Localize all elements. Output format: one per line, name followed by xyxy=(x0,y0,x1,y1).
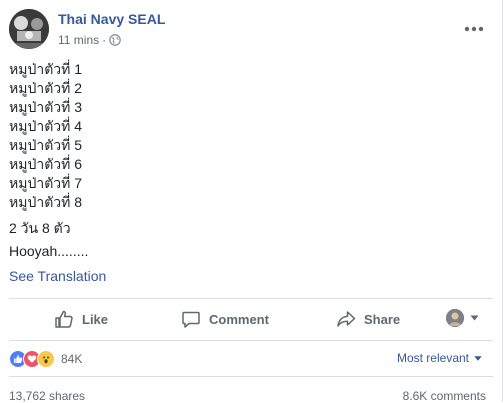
thumbs-up-icon xyxy=(55,310,73,328)
comment-bubble-icon xyxy=(182,311,200,328)
globe-icon[interactable] xyxy=(109,34,121,46)
post-line: หมูป่าตัวที่ 8 xyxy=(9,194,83,210)
post-line: หมูป่าตัวที่ 3 xyxy=(9,99,83,115)
post-line: หมูป่าตัวที่ 5 xyxy=(9,137,83,153)
divider xyxy=(9,298,493,299)
like-label: Like xyxy=(82,311,109,327)
share-label: Share xyxy=(364,311,401,327)
user-avatar xyxy=(446,309,464,327)
wow-reaction-icon xyxy=(37,350,55,368)
facebook-post: Thai Navy SEAL 11 mins · หมูป่าตัวที่ 1 … xyxy=(0,0,503,403)
caret-down-icon xyxy=(474,355,482,361)
divider xyxy=(9,376,493,377)
comment-button[interactable]: Comment xyxy=(181,308,269,330)
sort-label: Most relevant xyxy=(396,351,469,365)
comments-count[interactable]: 8.6K comments xyxy=(403,389,486,403)
post-meta: 11 mins · xyxy=(58,33,121,47)
page-avatar[interactable] xyxy=(9,9,49,49)
shares-count[interactable]: 13,762 shares xyxy=(9,389,85,403)
post-line: หมูป่าตัวที่ 7 xyxy=(9,175,83,191)
share-button[interactable]: Share xyxy=(336,308,400,330)
post-line: หมูป่าตัวที่ 6 xyxy=(9,156,83,172)
comment-sort-dropdown[interactable]: Most relevant xyxy=(397,351,482,365)
post-summary: 2 วัน 8 ตัว xyxy=(9,220,71,236)
comment-label: Comment xyxy=(209,311,269,327)
post-line: หมูป่าตัวที่ 4 xyxy=(9,118,83,134)
reactions-count: 84K xyxy=(61,352,83,366)
like-button[interactable]: Like xyxy=(54,308,108,330)
post-closing: Hooyah........ xyxy=(9,243,89,259)
post-text: หมูป่าตัวที่ 1 หมูป่าตัวที่ 2 หมูป่าตัวท… xyxy=(9,60,82,212)
post-line: หมูป่าตัวที่ 1 xyxy=(9,61,83,77)
more-options-icon[interactable] xyxy=(464,17,484,32)
divider xyxy=(9,340,493,341)
caret-down-icon xyxy=(470,315,479,321)
meta-separator: · xyxy=(102,33,107,47)
share-arrow-icon xyxy=(337,311,356,327)
page-name[interactable]: Thai Navy SEAL xyxy=(58,11,165,27)
post-time[interactable]: 11 mins xyxy=(58,33,99,47)
reactions-summary[interactable]: 84K xyxy=(9,350,82,368)
post-line: หมูป่าตัวที่ 2 xyxy=(9,80,83,96)
post-as-selector[interactable] xyxy=(446,309,479,327)
see-translation-link[interactable]: See Translation xyxy=(9,268,106,284)
